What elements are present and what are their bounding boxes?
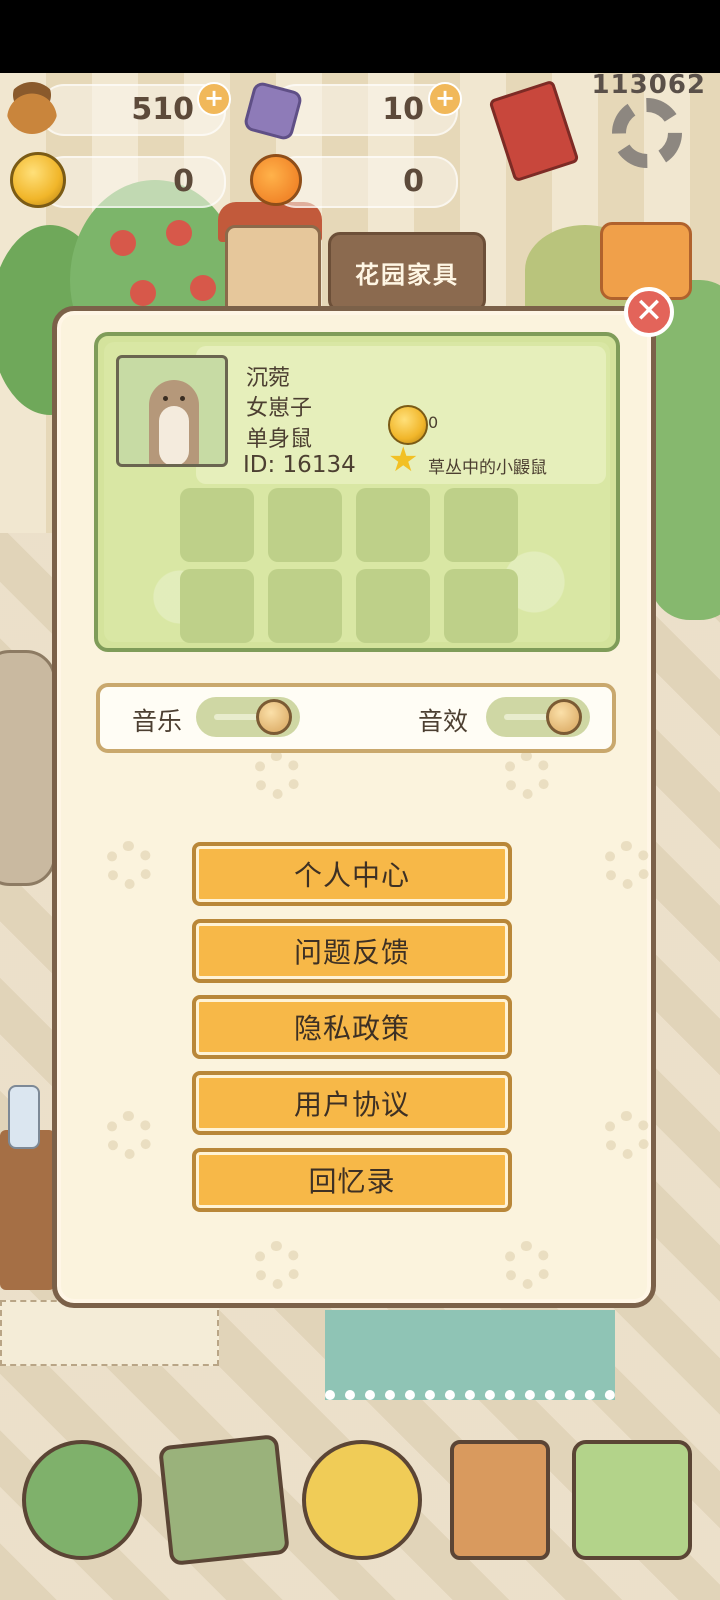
top-counter: 113062 [591, 70, 706, 100]
player-status: 单身鼠 [246, 427, 313, 452]
shelf-decoration [0, 1130, 55, 1290]
garden-furniture-sign: 花园家具 [328, 232, 486, 312]
privacy-policy-button[interactable]: 隐私政策 [192, 995, 512, 1059]
player-badge: 草丛中的小鼹鼠 [428, 458, 547, 478]
map-icon[interactable] [572, 1440, 692, 1560]
personal-center-button[interactable]: 个人中心 [192, 842, 512, 906]
bell-amount: 0 [173, 164, 194, 199]
badge-slot[interactable] [444, 488, 518, 562]
badge-slot[interactable] [180, 569, 254, 643]
bell-icon [388, 405, 428, 445]
gear-icon[interactable] [612, 98, 682, 168]
badge-slot[interactable] [356, 569, 430, 643]
mail-icon[interactable] [158, 1434, 290, 1566]
crystal-amount: 10 [382, 92, 424, 127]
badge-slot[interactable] [444, 569, 518, 643]
user-agreement-button[interactable]: 用户协议 [192, 1071, 512, 1135]
badge-slot[interactable] [180, 488, 254, 562]
player-title: 女崽子 [246, 396, 313, 421]
player-name: 沉菀 [246, 366, 291, 391]
status-bar [0, 0, 720, 73]
house-icon[interactable] [22, 1440, 142, 1560]
badge-slot[interactable] [268, 488, 342, 562]
add-crystal-button[interactable]: + [428, 82, 462, 116]
character-decoration [0, 650, 56, 886]
badge-slot[interactable] [268, 569, 342, 643]
mat-decoration [0, 1300, 219, 1366]
bell-icon [10, 152, 66, 208]
sfx-toggle[interactable] [486, 697, 590, 737]
acorn-amount: 510 [131, 92, 194, 127]
add-acorn-button[interactable]: + [197, 82, 231, 116]
bell-count: 0 [428, 413, 439, 432]
friends-icon[interactable] [302, 1440, 422, 1560]
close-button[interactable]: ✕ [624, 287, 674, 337]
sfx-toggle-knob[interactable] [546, 699, 582, 735]
bottle-decoration [8, 1085, 40, 1149]
tasks-icon[interactable] [450, 1440, 550, 1560]
music-toggle-knob[interactable] [256, 699, 292, 735]
orange-icon [250, 154, 302, 206]
memories-button[interactable]: 回忆录 [192, 1148, 512, 1212]
player-id: ID: 16134 [243, 452, 356, 478]
star-icon: ★ [388, 440, 419, 480]
rug-decoration [325, 1310, 615, 1400]
music-label: 音乐 [132, 707, 183, 736]
avatar[interactable] [116, 355, 228, 467]
badge-slot[interactable] [356, 488, 430, 562]
feedback-button[interactable]: 问题反馈 [192, 919, 512, 983]
sfx-label: 音效 [418, 707, 469, 736]
orange-amount: 0 [403, 164, 424, 199]
music-toggle[interactable] [196, 697, 300, 737]
shop-sign-label: 花园家具 [355, 260, 459, 289]
acorn-icon [6, 82, 58, 134]
